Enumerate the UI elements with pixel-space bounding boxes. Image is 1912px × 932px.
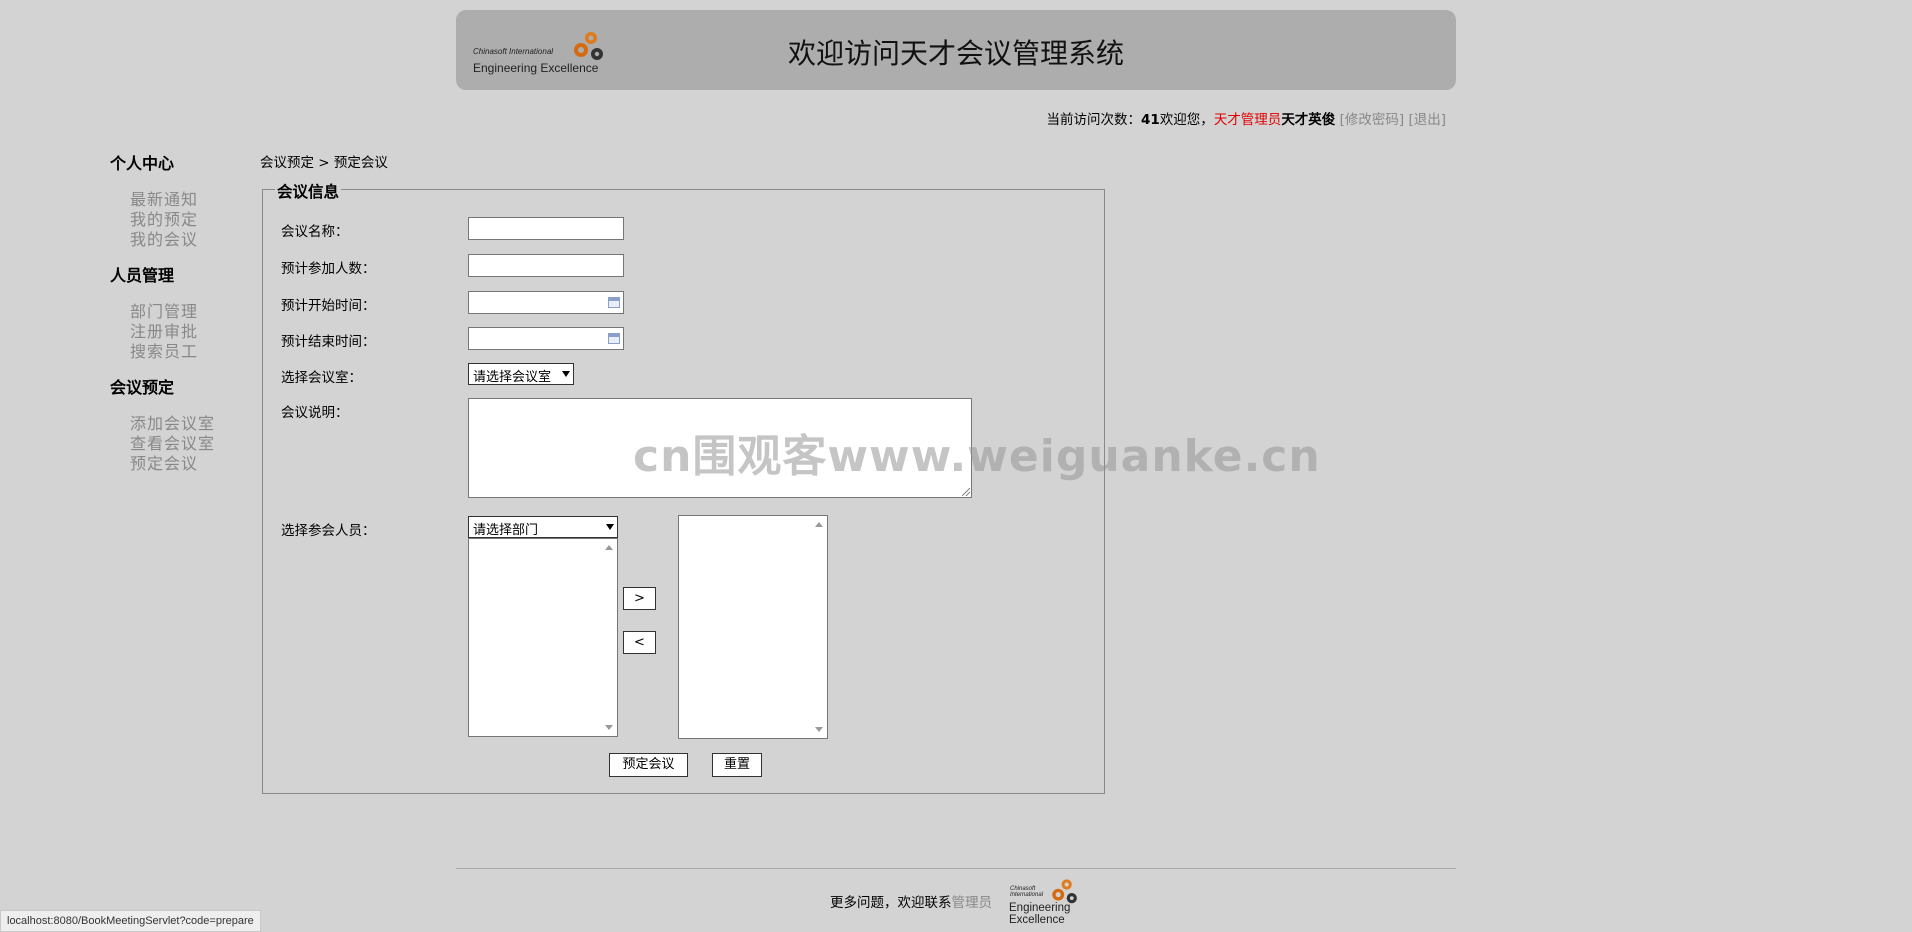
breadcrumb: 会议预定 > 预定会议 — [260, 155, 388, 171]
meeting-name-label: 会议名称： — [281, 224, 349, 240]
scroll-up-icon[interactable] — [605, 545, 613, 550]
add-participant-button[interactable]: > — [623, 587, 656, 610]
start-time-label: 预计开始时间： — [281, 298, 376, 314]
sidebar-group-personal: 个人中心 — [110, 154, 175, 173]
contact-admin-link[interactable]: 管理员 — [952, 895, 993, 911]
chevron-down-icon — [562, 371, 570, 377]
sidebar-item-my-meetings[interactable]: 我的会议 — [110, 226, 260, 249]
fieldset-legend: 会议信息 — [275, 180, 342, 202]
username: 天才英俊 — [1281, 112, 1336, 128]
meeting-name-input[interactable] — [468, 217, 624, 240]
start-time-input[interactable] — [468, 291, 624, 314]
logout-link[interactable]: [退出] — [1408, 112, 1446, 128]
department-select[interactable]: 请选择部门 — [468, 516, 618, 538]
visit-count: 41 — [1141, 112, 1160, 128]
sidebar-item-departments[interactable]: 部门管理 — [110, 298, 260, 321]
participants-label: 选择参会人员： — [281, 523, 376, 539]
site-title: 欢迎访问天才会议管理系统 — [788, 37, 1125, 70]
end-time-label: 预计结束时间： — [281, 334, 376, 350]
gears-icon — [1052, 879, 1077, 904]
end-time-input[interactable] — [468, 327, 624, 350]
sidebar-group-staff: 人员管理 — [110, 266, 175, 285]
calendar-icon[interactable] — [608, 333, 620, 344]
calendar-icon[interactable] — [608, 297, 620, 308]
selected-participants-list[interactable] — [678, 515, 828, 739]
attendee-count-label: 预计参加人数： — [281, 261, 376, 277]
room-select[interactable]: 请选择会议室 — [468, 363, 574, 385]
available-staff-list[interactable] — [468, 538, 618, 737]
sidebar-item-book-meeting[interactable]: 预定会议 — [110, 450, 260, 473]
sidebar-item-view-rooms[interactable]: 查看会议室 — [110, 430, 260, 453]
description-label: 会议说明： — [281, 405, 349, 421]
scroll-down-icon[interactable] — [605, 725, 613, 730]
footer-text: 更多问题，欢迎联系管理员 — [830, 895, 993, 911]
scroll-down-icon[interactable] — [815, 727, 823, 732]
sidebar-item-search-staff[interactable]: 搜索员工 — [110, 338, 260, 361]
company-logo: Chinasoft International Engineering Exce… — [473, 28, 623, 78]
attendee-count-input[interactable] — [468, 254, 624, 277]
user-info-bar: 当前访问次数：41欢迎您，天才管理员天才英俊 [修改密码] [退出] — [1046, 112, 1446, 128]
meeting-info-fieldset: 会议信息 会议名称： 预计参加人数： 预计开始时间： 预计结束时间： 选择会议室… — [262, 180, 1105, 794]
sidebar-nav: 个人中心 最新通知 我的预定 我的会议 人员管理 部门管理 注册审批 搜索员工 … — [110, 150, 260, 486]
sidebar-item-notices[interactable]: 最新通知 — [110, 186, 260, 209]
sidebar-item-my-bookings[interactable]: 我的预定 — [110, 206, 260, 229]
book-meeting-button[interactable]: 预定会议 — [609, 753, 688, 777]
remove-participant-button[interactable]: < — [623, 631, 656, 654]
sidebar-item-registration-approval[interactable]: 注册审批 — [110, 318, 260, 341]
footer-logo: Chinasoft International Engineering Exce… — [1006, 876, 1086, 928]
room-label: 选择会议室： — [281, 370, 362, 386]
sidebar-group-booking: 会议预定 — [110, 378, 175, 397]
reset-button[interactable]: 重置 — [712, 753, 762, 777]
resize-handle-icon[interactable] — [962, 488, 970, 496]
footer-divider — [456, 868, 1456, 869]
watermark: cn围观客www.weiguanke.cn — [633, 431, 1321, 482]
change-password-link[interactable]: [修改密码] — [1340, 112, 1405, 128]
user-role: 天才管理员 — [1213, 112, 1282, 128]
browser-status-bar: localhost:8080/BookMeetingServlet?code=p… — [0, 910, 261, 932]
sidebar-item-add-room[interactable]: 添加会议室 — [110, 410, 260, 433]
chevron-down-icon — [606, 524, 614, 530]
scroll-up-icon[interactable] — [815, 522, 823, 527]
gears-icon — [574, 32, 603, 60]
header-banner: Chinasoft International Engineering Exce… — [456, 10, 1456, 90]
